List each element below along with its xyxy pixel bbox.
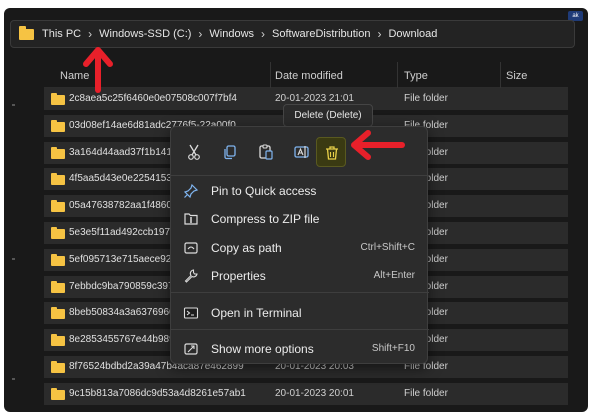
copy-icon	[224, 145, 236, 160]
column-header-row: Name Date modified Type Size	[44, 62, 568, 88]
cut-icon	[188, 144, 200, 160]
breadcrumb-separator-icon: ›	[88, 27, 93, 41]
breadcrumb-drive[interactable]: Windows-SSD (C:)	[99, 28, 191, 40]
delete-icon	[326, 146, 338, 160]
folder-icon	[51, 388, 65, 400]
menu-item-label: Compress to ZIP file	[211, 212, 320, 226]
annotation-arrow-left-icon	[351, 130, 405, 160]
folder-icon	[51, 307, 65, 319]
row-type: File folder	[404, 388, 448, 399]
row-date-modified: 20-01-2023 20:01	[275, 388, 354, 399]
row-name: 5e3e5f11ad492ccb197f	[69, 227, 173, 238]
breadcrumb-softwaredistribution[interactable]: SoftwareDistribution	[272, 28, 370, 40]
folder-icon	[51, 361, 65, 373]
breadcrumb-windows[interactable]: Windows	[209, 28, 254, 40]
delete-tooltip: Delete (Delete)	[283, 104, 373, 127]
column-divider[interactable]	[397, 62, 398, 88]
menu-item-label: Show more options	[211, 342, 314, 356]
row-type: File folder	[404, 93, 448, 104]
rename-button[interactable]	[287, 137, 317, 167]
folder-icon	[51, 120, 65, 132]
row-name: 9c15b813a7086dc9d53a4d8261e57ab1	[69, 388, 246, 399]
row-name: 7ebbdc9ba790859c397	[69, 281, 174, 292]
folder-icon	[51, 227, 65, 239]
menu-divider	[171, 292, 429, 293]
menu-divider	[171, 175, 429, 176]
row-name: 3a164d44aad37f1b141d	[69, 147, 178, 158]
menu-item-shortcut: Alt+Enter	[373, 270, 415, 281]
folder-icon	[51, 173, 65, 185]
menu-item-open-in-terminal[interactable]: Open in Terminal	[171, 300, 429, 326]
folder-icon	[51, 254, 65, 266]
column-header-size[interactable]: Size	[506, 70, 527, 82]
breadcrumb-separator-icon: ›	[198, 27, 203, 41]
row-name: 8beb50834a3a6376960	[69, 307, 175, 318]
menu-item-pin-to-quick-access[interactable]: Pin to Quick access	[171, 178, 429, 204]
folder-icon	[19, 25, 34, 40]
folder-icon	[51, 93, 65, 105]
menu-item-label: Properties	[211, 269, 266, 283]
folder-icon	[51, 281, 65, 293]
row-name: 05a47638782aa1f4860a	[69, 200, 178, 211]
delete-button[interactable]	[316, 137, 346, 167]
nav-pane-marker	[12, 258, 15, 260]
cut-button[interactable]	[179, 137, 209, 167]
breadcrumb-this-pc[interactable]: This PC	[42, 28, 81, 40]
menu-item-compress-to-zip[interactable]: Compress to ZIP file	[171, 206, 429, 232]
menu-item-properties[interactable]: Properties Alt+Enter	[171, 263, 429, 289]
more-options-icon	[184, 343, 198, 355]
column-divider[interactable]	[270, 62, 271, 88]
menu-item-label: Copy as path	[211, 241, 282, 255]
menu-item-label: Open in Terminal	[211, 306, 302, 320]
nav-pane-marker	[12, 104, 15, 106]
properties-icon	[184, 269, 198, 283]
menu-item-show-more-options[interactable]: Show more options Shift+F10	[171, 336, 429, 362]
menu-item-shortcut: Shift+F10	[371, 343, 415, 354]
column-header-type[interactable]: Type	[404, 70, 428, 82]
folder-icon	[51, 334, 65, 346]
row-name: 8e2853455767e44b989f	[69, 334, 178, 345]
row-date-modified: 20-01-2023 21:01	[275, 93, 354, 104]
table-row[interactable]: 9c15b813a7086dc9d53a4d8261e57ab1 20-01-20…	[44, 383, 568, 405]
menu-item-copy-as-path[interactable]: Copy as path Ctrl+Shift+C	[171, 235, 429, 261]
copy-button[interactable]	[215, 137, 245, 167]
paste-button[interactable]	[251, 137, 281, 167]
copy-path-icon	[184, 242, 198, 254]
zip-icon	[184, 213, 198, 225]
annotation-arrow-up-icon	[83, 47, 113, 93]
menu-item-shortcut: Ctrl+Shift+C	[360, 242, 415, 253]
breadcrumb-download[interactable]: Download	[388, 28, 437, 40]
folder-icon	[51, 147, 65, 159]
folder-icon	[51, 200, 65, 212]
paste-icon	[259, 144, 273, 160]
column-divider[interactable]	[500, 62, 501, 88]
nav-pane-marker	[12, 378, 15, 380]
column-header-date-modified[interactable]: Date modified	[275, 70, 343, 82]
menu-item-label: Pin to Quick access	[211, 184, 317, 198]
row-name: 4f5aa5d43e0e22541534	[69, 173, 178, 184]
row-name: 5ef095713e715aece92a	[69, 254, 177, 265]
breadcrumb-separator-icon: ›	[377, 27, 382, 41]
breadcrumb-separator-icon: ›	[261, 27, 266, 41]
explorer-window: ak This PC › Windows-SSD (C:) › Windows …	[4, 8, 588, 412]
terminal-icon	[183, 307, 199, 319]
rename-icon	[294, 146, 309, 158]
row-name: 2c8aea5c25f6460e0e07508c007f7bf4	[69, 93, 237, 104]
pin-icon	[183, 183, 199, 199]
menu-divider	[171, 329, 429, 330]
